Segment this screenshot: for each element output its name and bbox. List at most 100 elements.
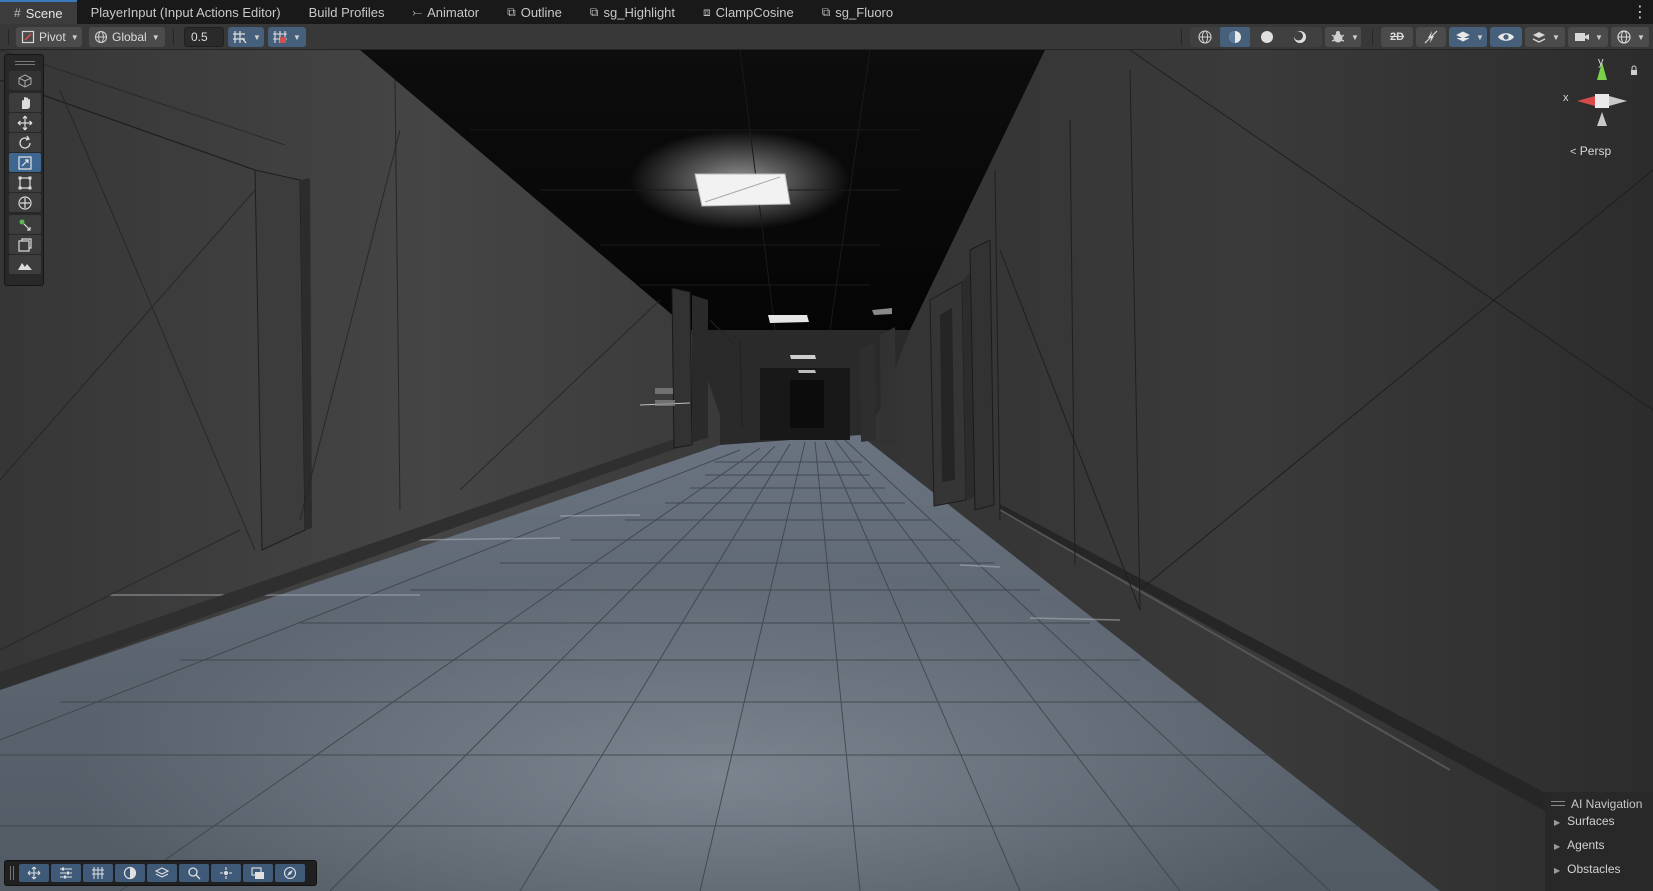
overlay-search-button[interactable] — [179, 864, 209, 882]
tab-build-profiles[interactable]: Build Profiles — [295, 0, 399, 24]
ai-nav-item-label: Surfaces — [1567, 814, 1615, 828]
tab-clampcosine[interactable]: ⧈ ClampCosine — [689, 0, 808, 24]
bug-icon — [1330, 29, 1346, 45]
tab-label: Animator — [427, 4, 480, 20]
custom-editor-icon — [17, 217, 33, 233]
overlay-layers-button[interactable] — [147, 864, 177, 882]
toolbar-separator — [1372, 29, 1373, 45]
moon-icon — [123, 866, 137, 880]
rect-tool-button[interactable] — [9, 173, 41, 192]
overlay-settings-button[interactable] — [51, 864, 81, 882]
scale-tool-button[interactable] — [9, 153, 41, 172]
tab-scene[interactable]: # Scene — [0, 0, 77, 24]
eye-icon — [1497, 30, 1515, 44]
animator-icon: ⤚ — [412, 4, 423, 19]
overlay-camera-button[interactable] — [243, 864, 273, 882]
camera-dropdown[interactable]: ▼ — [1568, 27, 1608, 47]
draw-mode-group — [1190, 27, 1322, 47]
global-dropdown[interactable]: Global ▼ — [89, 27, 165, 47]
hash-icon: # — [14, 6, 21, 20]
gizmo-x-arrow[interactable] — [1577, 96, 1595, 106]
scene-viewport[interactable]: y x < Persp AI Navigation ▶ Surfaces ▶ Age… — [0, 50, 1653, 891]
lighting-toggle[interactable] — [1416, 27, 1446, 47]
chevron-down-icon[interactable]: ▼ — [293, 33, 301, 42]
ai-nav-obstacles[interactable]: ▶ Obstacles — [1554, 862, 1621, 876]
layers-dropdown[interactable]: ▼ — [1525, 27, 1565, 47]
ai-nav-surfaces[interactable]: ▶ Surfaces — [1554, 814, 1615, 828]
tab-sg-highlight[interactable]: ⧉ sg_Highlight — [576, 0, 689, 24]
layers-effects-icon — [1455, 29, 1471, 45]
scene-visibility-toggle[interactable] — [1490, 27, 1522, 47]
transform-tool-button[interactable] — [9, 193, 41, 212]
wireframe-globe-icon[interactable] — [1190, 29, 1220, 45]
tab-label: PlayerInput (Input Actions Editor) — [90, 4, 281, 20]
globe-icon — [93, 30, 109, 44]
grid-snap-toggle[interactable]: ▼ — [228, 27, 264, 47]
shaded-wireframe-icon[interactable] — [1220, 27, 1250, 47]
snap-increment-input[interactable]: 0.5 — [184, 27, 224, 47]
layers-icon — [155, 866, 169, 880]
lock-icon[interactable] — [1631, 70, 1637, 75]
gizmo-center-cube[interactable] — [1595, 94, 1609, 108]
rotate-tool-button[interactable] — [9, 133, 41, 152]
more-options-icon[interactable]: ⋮ — [1632, 0, 1648, 24]
overlay-move-button[interactable] — [19, 864, 49, 882]
chevron-down-icon: ▼ — [70, 32, 79, 42]
persp-icon: < — [1570, 146, 1577, 158]
grid-icon — [272, 30, 288, 44]
unlit-icon[interactable] — [1284, 29, 1316, 45]
camera-preview-icon — [251, 866, 265, 880]
gizmos-dropdown[interactable]: ▼ — [1611, 27, 1649, 47]
overlay-navigation-button[interactable] — [275, 864, 305, 882]
compass-icon — [283, 866, 297, 880]
overlay-toolbar-grip[interactable] — [10, 866, 14, 880]
gizmo-neg-y-arrow[interactable] — [1597, 112, 1607, 126]
tab-label: Outline — [520, 4, 562, 20]
tool-palette — [4, 54, 44, 286]
chevron-down-icon: ▼ — [151, 32, 160, 42]
pivot-dropdown[interactable]: Pivot ▼ — [16, 27, 82, 47]
gizmo-neg-x-arrow[interactable] — [1609, 96, 1627, 106]
debug-draw-dropdown[interactable]: ▼ — [1325, 27, 1361, 47]
view-cube-button[interactable] — [9, 71, 41, 90]
snap-value: 0.5 — [191, 30, 208, 44]
shaded-icon[interactable] — [1250, 29, 1284, 45]
overlay-grip[interactable] — [1551, 801, 1565, 802]
grid-visibility-toggle[interactable]: ▼ — [268, 27, 306, 47]
tab-animator[interactable]: ⤚ Animator — [398, 0, 493, 24]
overlay-grip-line — [1551, 805, 1565, 806]
ai-nav-item-label: Agents — [1567, 838, 1605, 852]
probuilder-tool-button[interactable] — [9, 235, 41, 254]
shape-icon — [17, 237, 33, 253]
move-arrows-icon — [17, 115, 33, 131]
overlay-pivot-button[interactable] — [211, 864, 241, 882]
tab-label: Build Profiles — [308, 4, 385, 20]
pivot-icon — [20, 30, 36, 44]
tab-label: Scene — [25, 5, 63, 21]
tab-outline[interactable]: ⧉ Outline — [493, 0, 576, 24]
expand-triangle-icon: ▶ — [1554, 818, 1561, 827]
custom-tool-button[interactable] — [9, 215, 41, 234]
global-label: Global — [112, 30, 147, 44]
terrain-tool-button[interactable] — [9, 255, 41, 274]
pivot-label: Pivot — [39, 30, 66, 44]
palette-grip[interactable] — [15, 61, 35, 62]
effects-dropdown[interactable]: ▼ — [1449, 27, 1487, 47]
tab-sg-fluoro[interactable]: ⧉ sg_Fluoro — [808, 0, 907, 24]
overlay-lighting-button[interactable] — [115, 864, 145, 882]
gizmos-globe-icon — [1616, 29, 1632, 45]
hand-tool-button[interactable] — [9, 93, 41, 112]
2d-mode-toggle[interactable]: 2D — [1381, 27, 1413, 47]
grid-snap-icon — [232, 30, 248, 44]
ai-navigation-overlay: AI Navigation ▶ Surfaces ▶ Agents ▶ Obstacl… — [1545, 792, 1653, 891]
light-off-icon — [1423, 29, 1439, 45]
overlay-grid-button[interactable] — [83, 864, 113, 882]
ai-nav-agents[interactable]: ▶ Agents — [1554, 838, 1605, 852]
palette-grip-line — [15, 64, 35, 65]
projection-toggle[interactable]: < Persp — [1570, 144, 1611, 158]
scale-icon — [17, 155, 33, 171]
tab-label: sg_Highlight — [603, 4, 676, 20]
tab-playerinput[interactable]: PlayerInput (Input Actions Editor) — [77, 0, 295, 24]
move-tool-button[interactable] — [9, 113, 41, 132]
chevron-down-icon[interactable]: ▼ — [253, 33, 261, 42]
